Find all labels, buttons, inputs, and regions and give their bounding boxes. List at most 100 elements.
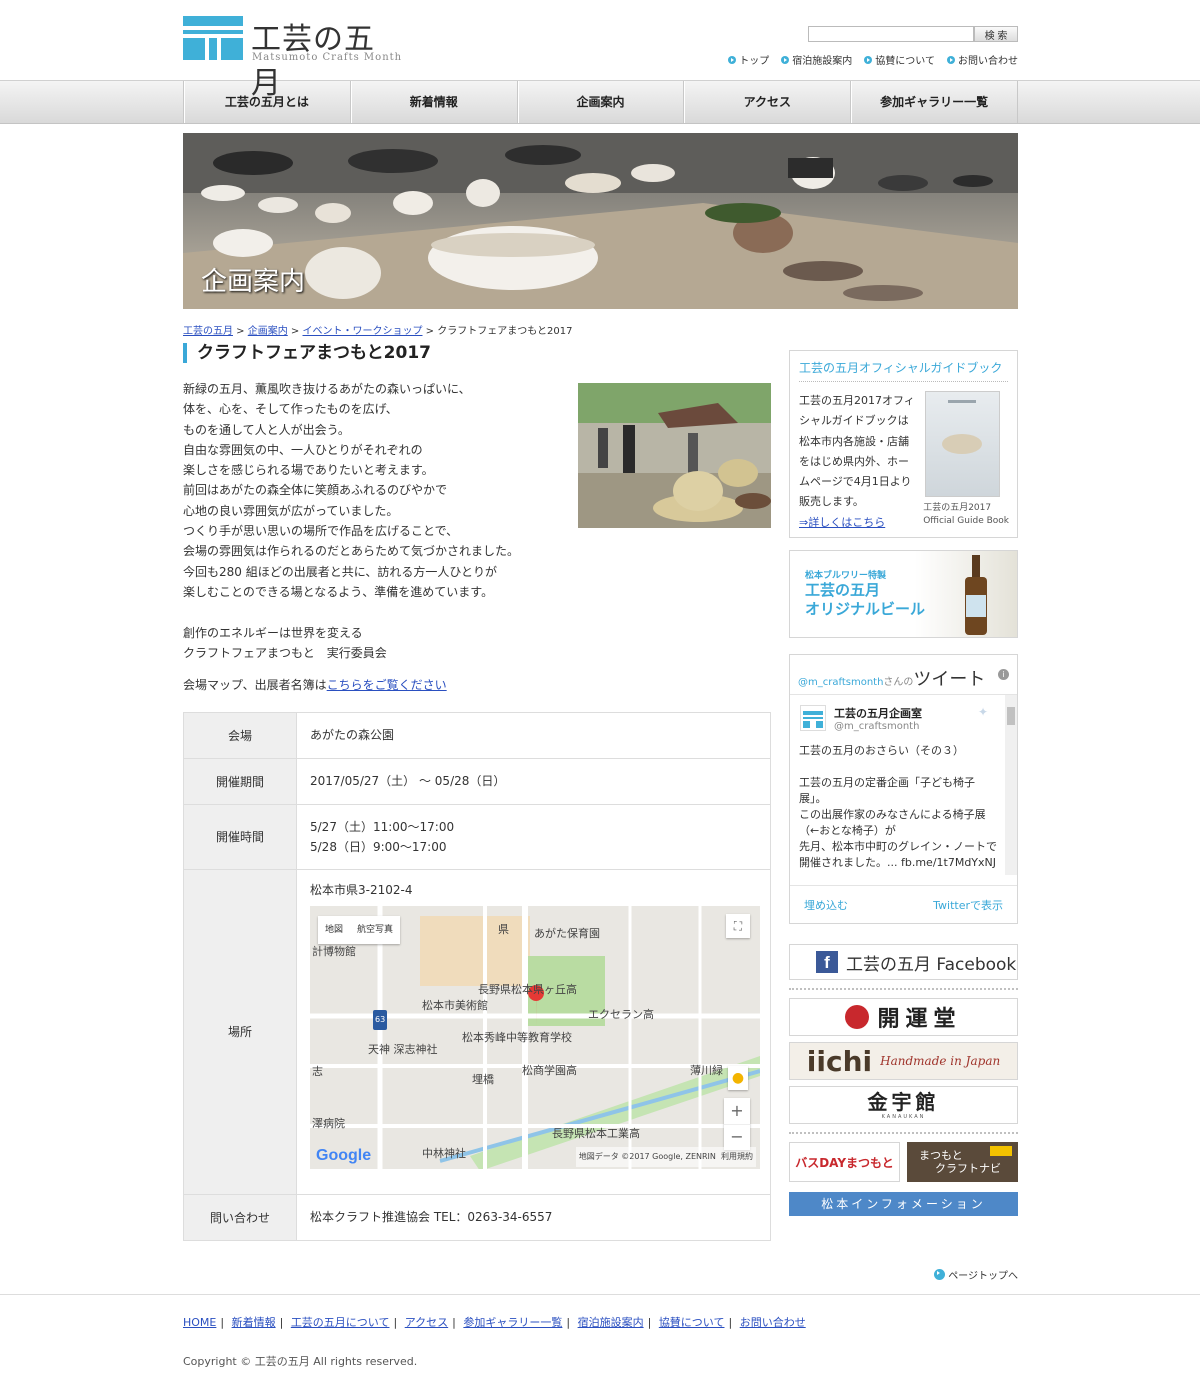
table-row: 開催期間 2017/05/27（土） ～ 05/28（日） — [183, 757, 771, 805]
place-value: 松本市県3-2102-4 地図 航空写真 ⛶ あがた保育園 長野県松本県ヶ丘高 … — [296, 868, 771, 1195]
breadcrumb-current: クラフトフェアまつもと2017 — [437, 326, 573, 337]
partner-banners: バスDAYまつもと まつもと クラフトナビ — [789, 1142, 1018, 1182]
table-row: 会場 あがたの森公園 — [183, 711, 771, 759]
utility-links: トップ 宿泊施設案内 協賛について お問い合わせ — [728, 52, 1018, 67]
map-note: 会場マップ、出展者名簿はこちらをご覧ください — [183, 677, 447, 692]
hours-label: 開催時間 — [183, 803, 297, 870]
zoom-control: + − — [724, 1097, 750, 1150]
breadcrumb-link-home[interactable]: 工芸の五月 — [183, 326, 233, 337]
nav-item-access[interactable]: アクセス — [684, 81, 852, 123]
facebook-icon: f — [816, 951, 838, 973]
breadcrumb: 工芸の五月 > 企画案内 > イベント・ワークショップ > クラフトフェアまつも… — [183, 326, 573, 337]
twitter-footer: 埋め込む Twitterで表示 — [790, 885, 1017, 923]
twitter-view-link[interactable]: Twitterで表示 — [933, 897, 1003, 913]
contact-label: 問い合わせ — [183, 1193, 297, 1241]
kaiundo-seal-icon — [845, 1005, 870, 1029]
guidebook-cover[interactable] — [925, 391, 1000, 497]
twitter-scrollbar[interactable] — [1005, 695, 1017, 875]
guidebook-link[interactable]: ⇒詳しくはこちら — [799, 516, 885, 529]
arrow-circle-icon — [947, 55, 955, 64]
footer-link-access[interactable]: アクセス — [405, 1316, 448, 1329]
nav-item-events[interactable]: 企画案内 — [518, 81, 685, 123]
hero-banner: 企画案内 — [183, 133, 1018, 309]
map-terms-link[interactable]: 利用規約 — [721, 1152, 753, 1161]
sidebar: 工芸の五月オフィシャルガイドブック 工芸の五月2017オフィシャルガイドブックは… — [789, 350, 1018, 1216]
logo-mark-icon — [183, 16, 243, 60]
page-top-link[interactable]: ページトップへ — [934, 1267, 1018, 1282]
map-type-control: 地図 航空写真 — [318, 915, 401, 944]
twitter-name[interactable]: 工芸の五月企画室 — [834, 705, 922, 721]
arrow-circle-icon — [781, 55, 790, 64]
google-logo: Google — [316, 1146, 372, 1164]
twitter-embed-link[interactable]: 埋め込む — [804, 897, 848, 913]
closing-line-2: クラフトフェアまつもと 実行委員会 — [183, 646, 387, 661]
closing-line-1: 創作のエネルギーは世界を変える — [183, 626, 363, 640]
table-row: 場所 松本市県3-2102-4 地図 航空写真 ⛶ あがた保育園 長野県松本県ヶ… — [183, 868, 771, 1195]
beer-bottle-icon — [965, 555, 987, 635]
facebook-banner[interactable]: f 工芸の五月 Facebook — [789, 944, 1018, 980]
footer-link-home[interactable]: HOME — [183, 1316, 216, 1329]
twitter-username: @m_craftsmonth — [834, 721, 920, 732]
header: 工芸の五月 Matsumoto Crafts Month 検 索 トップ 宿泊施… — [183, 0, 1018, 101]
page-title: クラフトフェアまつもと2017 — [183, 343, 771, 363]
kanaukan-banner[interactable]: 金宇館 KANAUKAN — [789, 1086, 1018, 1124]
zoom-in-button[interactable]: + — [724, 1098, 750, 1124]
footer-link-galleries[interactable]: 参加ギャラリー一覧 — [463, 1316, 562, 1329]
hero-title: 企画案内 — [201, 267, 306, 297]
site-logo[interactable]: 工芸の五月 Matsumoto Crafts Month — [183, 16, 403, 101]
craft-fair-photo — [578, 383, 771, 528]
util-link-sponsor[interactable]: 協賛について — [864, 52, 935, 67]
breadcrumb-link-events[interactable]: 企画案内 — [248, 326, 288, 337]
iichi-banner[interactable]: iichi Handmade in Japan — [789, 1042, 1018, 1080]
twitter-avatar[interactable] — [800, 705, 826, 731]
footer-link-contact[interactable]: お問い合わせ — [740, 1316, 806, 1329]
address: 松本市県3-2102-4 — [310, 882, 413, 897]
global-nav: 工芸の五月とは 新着情報 企画案内 アクセス 参加ギャラリー一覧 — [0, 80, 1200, 124]
main-content: クラフトフェアまつもと2017 新緑の五月、薫風吹き抜けるあがたの森いっぱいに、… — [183, 343, 771, 1241]
venue-label: 会場 — [183, 711, 297, 759]
fullscreen-icon[interactable]: ⛶ — [726, 913, 750, 938]
footer-link-news[interactable]: 新着情報 — [232, 1316, 276, 1329]
map-type-satellite-button[interactable]: 航空写真 — [350, 916, 400, 944]
contact-value: 松本クラフト推進協会 TEL：0263-34-6557 — [296, 1193, 771, 1241]
craft-navi-banner[interactable]: まつもと クラフトナビ — [907, 1142, 1018, 1182]
place-label: 場所 — [183, 868, 297, 1195]
search-button[interactable]: 検 索 — [974, 26, 1018, 42]
period-value: 2017/05/27（土） ～ 05/28（日） — [296, 757, 771, 805]
event-info-table: 会場 あがたの森公園 開催期間 2017/05/27（土） ～ 05/28（日）… — [183, 711, 771, 1241]
bus-day-banner[interactable]: バスDAYまつもと — [789, 1142, 900, 1182]
route-63-icon: 63 — [373, 1009, 388, 1030]
util-link-top[interactable]: トップ — [728, 52, 769, 67]
util-link-lodging[interactable]: 宿泊施設案内 — [781, 52, 852, 67]
arrow-up-circle-icon — [934, 1269, 946, 1280]
nav-item-galleries[interactable]: 参加ギャラリー一覧 — [851, 81, 1018, 123]
kaiundo-banner[interactable]: 開運堂 — [789, 998, 1018, 1036]
matsumoto-info-button[interactable]: 松本インフォメーション — [789, 1192, 1018, 1216]
footer-link-about[interactable]: 工芸の五月について — [291, 1316, 390, 1329]
search-input[interactable] — [808, 26, 974, 42]
map-list-link[interactable]: こちらをご覧ください — [327, 678, 447, 692]
guidebook-title: 工芸の五月オフィシャルガイドブック — [799, 359, 1008, 382]
arrow-circle-icon — [864, 55, 873, 64]
guidebook-text: 工芸の五月2017オフィシャルガイドブックは松本市内各施設・店舗をはじめ県内外、… — [799, 394, 915, 529]
footer-link-lodging[interactable]: 宿泊施設案内 — [578, 1316, 644, 1329]
google-map[interactable]: 地図 航空写真 ⛶ あがた保育園 長野県松本県ヶ丘高 松本市美術館 松本秀峰中等… — [310, 905, 760, 1169]
divider — [789, 988, 1018, 990]
twitter-bird-icon: ✦ — [978, 705, 989, 719]
period-label: 開催期間 — [183, 757, 297, 805]
map-type-map-button[interactable]: 地図 — [318, 916, 350, 944]
arrow-circle-icon — [728, 55, 737, 64]
twitter-header: @m_craftsmonthさんのツイート i — [790, 655, 1017, 695]
map-attribution: 地図データ ©2017 Google, ZENRIN 利用規約 — [575, 1146, 756, 1167]
breadcrumb-link-workshop[interactable]: イベント・ワークショップ — [303, 326, 423, 337]
navi-flag-icon — [990, 1146, 1012, 1156]
pegman-icon[interactable]: ● — [728, 1065, 748, 1090]
util-link-contact[interactable]: お問い合わせ — [947, 52, 1018, 67]
original-beer-banner[interactable]: 松本ブルワリー特製 工芸の五月 オリジナルビール — [789, 550, 1018, 638]
venue-value: あがたの森公園 — [296, 711, 771, 759]
guidebook-box: 工芸の五月オフィシャルガイドブック 工芸の五月2017オフィシャルガイドブックは… — [789, 350, 1018, 538]
twitter-widget: @m_craftsmonthさんのツイート i 工芸の五月企画室 @m_craf… — [789, 654, 1018, 924]
footer-links: HOME | 新着情報 | 工芸の五月について | アクセス | 参加ギャラリー一覧 | … — [183, 1316, 806, 1329]
info-icon[interactable]: i — [998, 669, 1009, 680]
footer-link-sponsor[interactable]: 協賛について — [659, 1316, 725, 1329]
